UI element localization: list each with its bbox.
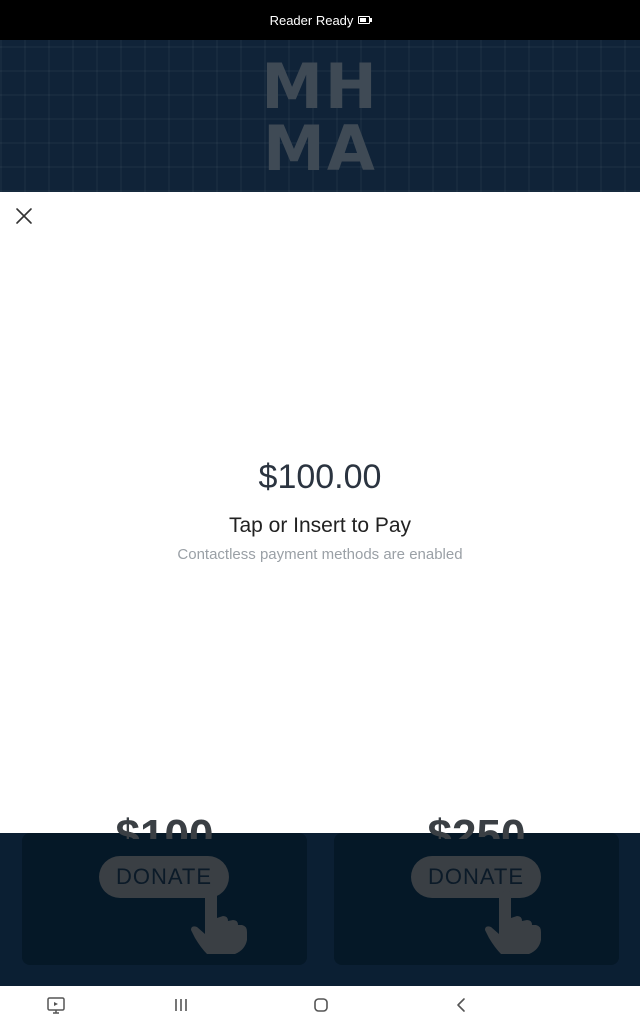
logo-row-1: MH — [261, 50, 379, 123]
donate-amount: $100 — [115, 811, 214, 839]
pointer-hand-icon — [191, 890, 247, 954]
recent-apps-button[interactable] — [170, 995, 192, 1015]
screen-icon — [47, 997, 65, 1014]
home-icon — [314, 998, 328, 1012]
logo: MH MA — [242, 56, 398, 192]
payment-subtext: Contactless payment methods are enabled — [177, 546, 463, 563]
status-text: Reader Ready — [269, 12, 354, 28]
background-footer: $100 DONATE $250 DONATE — [0, 811, 640, 986]
donate-card: $250 DONATE — [334, 811, 619, 965]
pointer-hand-icon — [485, 890, 541, 954]
logo-row-2: MA — [263, 112, 377, 185]
screen-button[interactable] — [45, 995, 67, 1015]
home-button[interactable] — [310, 995, 332, 1015]
navigation-bar — [0, 986, 640, 1024]
payment-amount: $100.00 — [258, 458, 382, 496]
donate-card: $100 DONATE — [22, 811, 307, 965]
back-button[interactable] — [450, 995, 472, 1015]
close-icon — [16, 208, 32, 224]
close-button[interactable] — [12, 204, 36, 228]
recent-apps-icon — [175, 999, 187, 1011]
status-bar: Reader Ready — [0, 0, 640, 40]
donate-amount: $250 — [427, 811, 526, 839]
payment-prompt: Tap or Insert to Pay — [228, 514, 412, 537]
payment-modal: $100.00 Tap or Insert to Pay Contactless… — [0, 192, 640, 833]
battery-icon — [358, 16, 373, 24]
back-icon — [457, 998, 465, 1012]
